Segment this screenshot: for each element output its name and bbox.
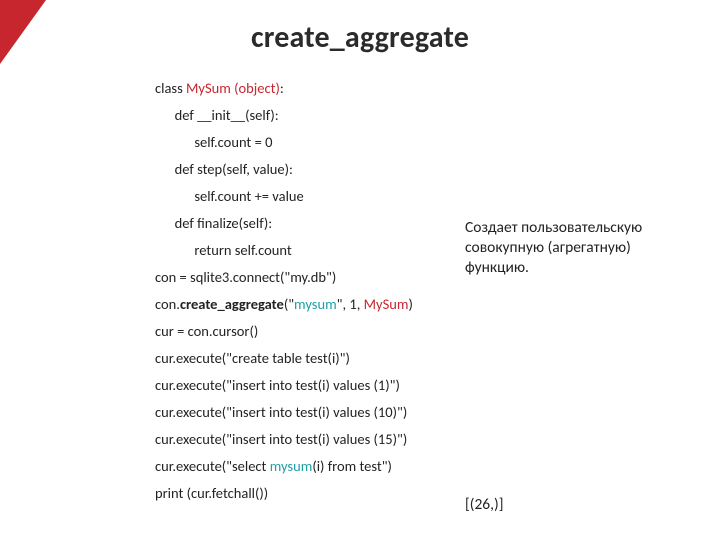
code-line: cur.execute("insert into test(i) values … xyxy=(155,399,413,426)
code-line: cur.execute("insert into test(i) values … xyxy=(155,426,413,453)
slide-title: create_aggregate xyxy=(0,19,720,56)
code-line: def step(self, value): xyxy=(155,156,413,183)
code-line: self.count = 0 xyxy=(155,129,413,156)
description-text: Создает пользовательскую совокупную (агр… xyxy=(465,218,675,278)
code-line: cur.execute("insert into test(i) values … xyxy=(155,372,413,399)
code-line: def finalize(self): xyxy=(155,210,413,237)
code-line: cur.execute("create table test(i)") xyxy=(155,345,413,372)
code-line: cur = con.cursor() xyxy=(155,318,413,345)
code-line: def __init__(self): xyxy=(155,102,413,129)
code-line: return self.count xyxy=(155,237,413,264)
code-line: self.count += value xyxy=(155,183,413,210)
output-result: [(26,)] xyxy=(465,495,504,514)
code-line: print (cur.fetchall()) xyxy=(155,480,413,507)
code-line: con.create_aggregate("mysum", 1, MySum) xyxy=(155,291,413,318)
code-line: class MySum (object): xyxy=(155,75,413,102)
code-line: cur.execute("select mysum(i) from test") xyxy=(155,453,413,480)
code-line: con = sqlite3.connect("my.db") xyxy=(155,264,413,291)
code-block: class MySum (object): def __init__(self)… xyxy=(155,75,413,507)
